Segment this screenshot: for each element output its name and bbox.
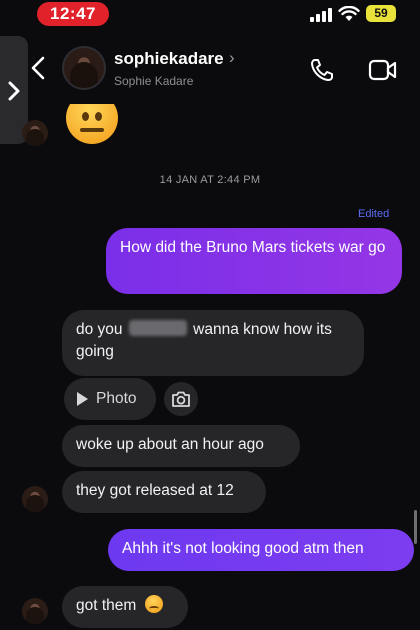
phone-icon[interactable] (308, 56, 336, 84)
battery-indicator: 59 (366, 5, 396, 22)
message-incoming[interactable]: do you wanna know how its going (62, 310, 364, 376)
camera-icon[interactable] (164, 382, 198, 416)
message-text: they got released at 12 (76, 482, 234, 499)
photo-label: Photo (96, 390, 137, 407)
video-icon[interactable] (368, 58, 398, 82)
message-text: got them (76, 597, 137, 614)
status-bar: 12:47 59 (0, 0, 420, 32)
contact-display-name: Sophie Kadare (114, 74, 194, 88)
message-outgoing[interactable]: How did the Bruno Mars tickets war go (106, 228, 402, 294)
message-text: How did the Bruno Mars tickets war go (120, 239, 386, 256)
message-text: do you (76, 321, 123, 338)
avatar (22, 120, 48, 146)
contact-username[interactable]: sophiekadare (114, 49, 224, 69)
photo-attachment-button[interactable]: Photo (64, 378, 156, 420)
play-icon (77, 392, 88, 406)
message-incoming[interactable]: woke up about an hour ago (62, 425, 300, 467)
redacted-word (128, 320, 187, 336)
neutral-face-emoji (66, 104, 118, 144)
edited-label: Edited (358, 208, 390, 220)
message-text: Ahhh it's not looking good atm then (122, 540, 364, 557)
chat-header: sophiekadare › Sophie Kadare (0, 36, 420, 102)
message-incoming[interactable]: got them (62, 586, 188, 628)
signal-icon (310, 8, 334, 22)
avatar (22, 486, 48, 512)
status-time: 12:47 (37, 2, 109, 26)
wifi-icon (338, 6, 360, 21)
message-outgoing[interactable]: Ahhh it's not looking good atm then (108, 529, 414, 571)
message-text: woke up about an hour ago (76, 436, 264, 453)
message-incoming[interactable]: they got released at 12 (62, 471, 266, 513)
avatar[interactable] (62, 46, 106, 90)
relieved-face-emoji (144, 595, 163, 613)
avatar (22, 598, 48, 624)
chat-timestamp: 14 JAN AT 2:44 PM (159, 174, 261, 186)
back-icon[interactable] (28, 54, 48, 82)
chevron-right-icon[interactable]: › (229, 48, 235, 68)
scrollbar[interactable] (414, 510, 417, 544)
